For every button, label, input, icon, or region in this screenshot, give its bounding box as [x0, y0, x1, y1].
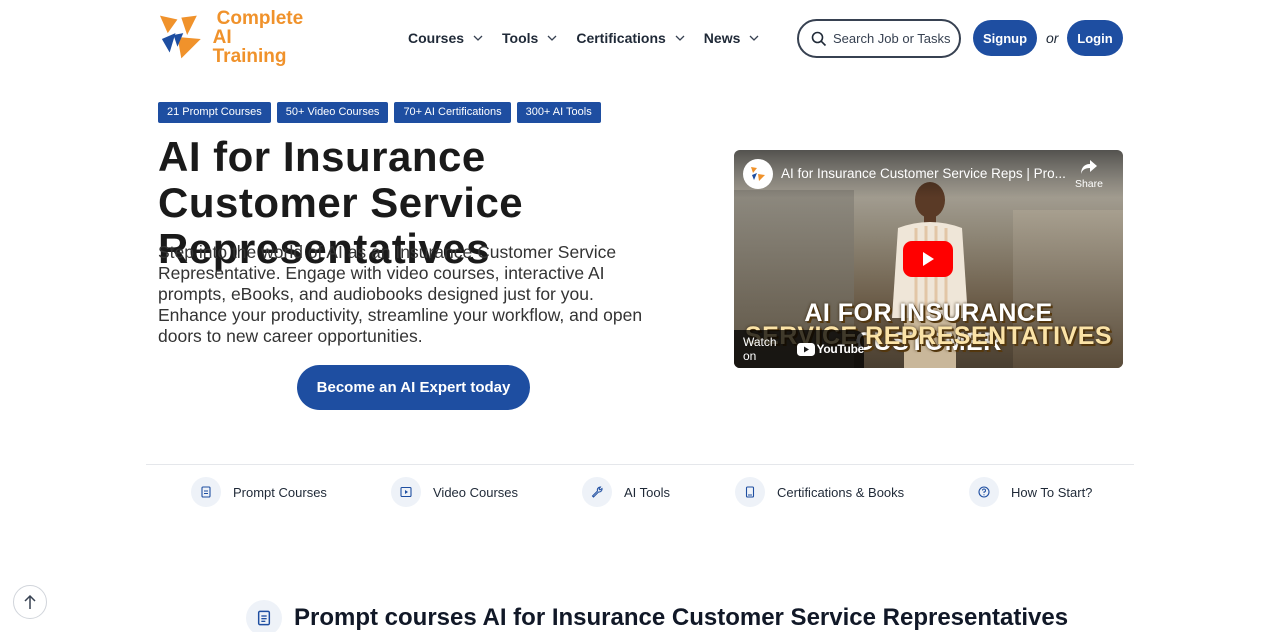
video-embed[interactable]: AI for Insurance Customer Service Reps |…: [734, 150, 1123, 368]
youtube-icon: [796, 342, 815, 356]
cta-button[interactable]: Become an AI Expert today: [297, 365, 530, 410]
section-title: Prompt courses AI for Insurance Customer…: [294, 604, 1069, 631]
channel-logo-icon: [751, 167, 765, 181]
nav-certifications-label: Certifications: [576, 30, 666, 46]
nav-news-label: News: [703, 30, 741, 46]
document-icon: [201, 486, 211, 498]
login-button[interactable]: Login: [1067, 20, 1123, 56]
question-icon: [978, 486, 990, 498]
search-icon: [811, 31, 827, 46]
tag-prompt-courses[interactable]: 21 Prompt Courses: [158, 102, 271, 123]
category-how-to-start[interactable]: How To Start?: [969, 477, 1092, 507]
category-links: Prompt Courses Video Courses AI Tools Ce…: [0, 477, 1280, 509]
category-ai-tools[interactable]: AI Tools: [582, 477, 670, 507]
hero-description: Step into the world of AI as an Insuranc…: [158, 242, 643, 346]
main-nav: Courses Tools Certifications News: [408, 30, 778, 46]
category-prompt-courses[interactable]: Prompt Courses: [191, 477, 327, 507]
category-certifications-books[interactable]: Certifications & Books: [735, 477, 904, 507]
tag-ai-tools[interactable]: 300+ AI Tools: [516, 102, 601, 123]
wrench-icon: [591, 486, 603, 498]
category-label: AI Tools: [624, 484, 671, 500]
youtube-label: YouTube: [816, 342, 865, 356]
nav-tools[interactable]: Tools: [502, 30, 558, 46]
chevron-down-icon: [473, 35, 483, 41]
share-button[interactable]: Share: [1075, 159, 1103, 190]
category-video-courses[interactable]: Video Courses: [391, 477, 518, 507]
section-heading: Prompt courses AI for Insurance Customer…: [246, 600, 1068, 632]
logo-text: Complete AI Training: [213, 9, 308, 66]
nav-tools-label: Tools: [502, 30, 539, 46]
watch-on-youtube-link[interactable]: Watch on YouTube: [734, 330, 864, 368]
site-logo[interactable]: Complete AI Training: [158, 9, 308, 66]
book-icon: [745, 486, 755, 498]
youtube-logo: YouTube: [796, 342, 865, 356]
play-icon: [400, 486, 412, 498]
logo-line-2: AI Training: [212, 26, 287, 67]
document-icon: [257, 610, 271, 626]
watch-on-label: Watch on: [743, 335, 777, 363]
share-label: Share: [1074, 178, 1103, 190]
category-label: How To Start?: [1011, 484, 1093, 500]
category-label: Video Courses: [433, 484, 519, 500]
signup-button[interactable]: Signup: [973, 20, 1037, 56]
nav-news[interactable]: News: [704, 30, 761, 46]
video-title[interactable]: AI for Insurance Customer Service Reps |…: [781, 166, 1066, 181]
nav-courses[interactable]: Courses: [408, 30, 484, 46]
chevron-down-icon: [749, 35, 759, 41]
logo-line-1: Complete: [216, 7, 304, 29]
back-to-top-button[interactable]: [13, 585, 47, 619]
chevron-down-icon: [675, 35, 685, 41]
nav-certifications[interactable]: Certifications: [576, 30, 685, 46]
search-input[interactable]: [833, 31, 953, 46]
play-icon: [923, 252, 934, 266]
or-separator: or: [1046, 30, 1059, 46]
category-label: Certifications & Books: [777, 484, 905, 500]
play-button[interactable]: [903, 241, 953, 277]
category-label: Prompt Courses: [233, 484, 327, 500]
share-icon: [1080, 160, 1097, 174]
tag-list: 21 Prompt Courses 50+ Video Courses 70+ …: [158, 102, 601, 123]
nav-courses-label: Courses: [408, 30, 465, 46]
chevron-down-icon: [547, 35, 557, 41]
tag-video-courses[interactable]: 50+ Video Courses: [276, 102, 389, 123]
section-divider: [146, 464, 1134, 465]
arrow-up-icon: [24, 594, 36, 609]
channel-avatar[interactable]: [743, 159, 773, 189]
logo-mark-icon: [159, 15, 201, 59]
search-box[interactable]: [797, 19, 961, 58]
tag-certifications[interactable]: 70+ AI Certifications: [394, 102, 511, 123]
